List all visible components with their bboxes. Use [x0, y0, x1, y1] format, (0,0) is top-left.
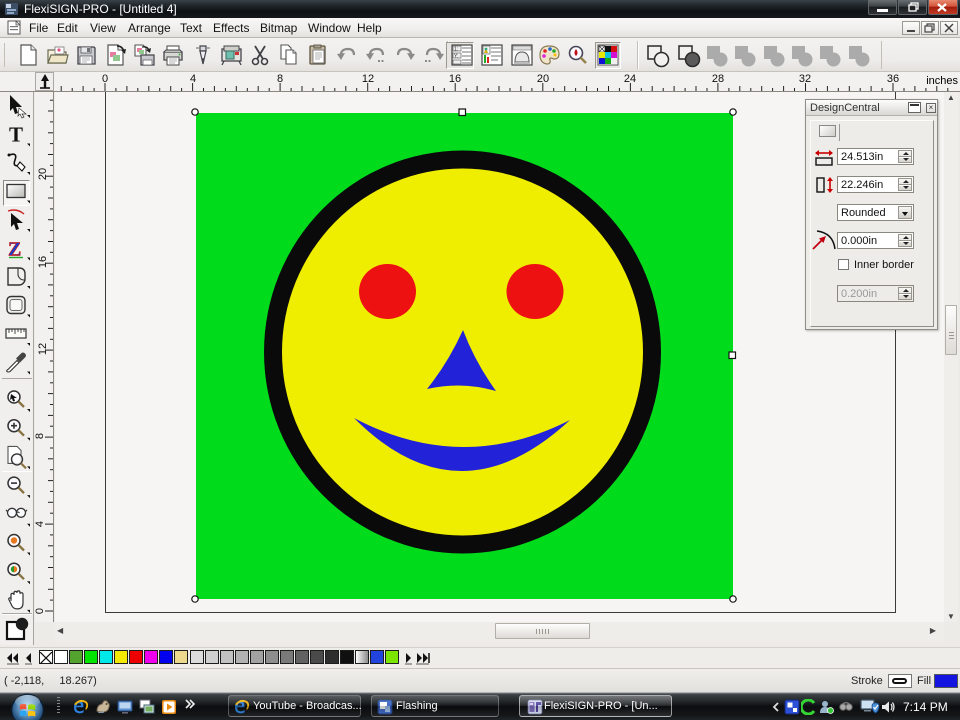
svg-text:T: T — [9, 123, 23, 147]
svg-text:1:: 1: — [454, 47, 458, 53]
svg-text:Y:: Y: — [454, 54, 458, 60]
